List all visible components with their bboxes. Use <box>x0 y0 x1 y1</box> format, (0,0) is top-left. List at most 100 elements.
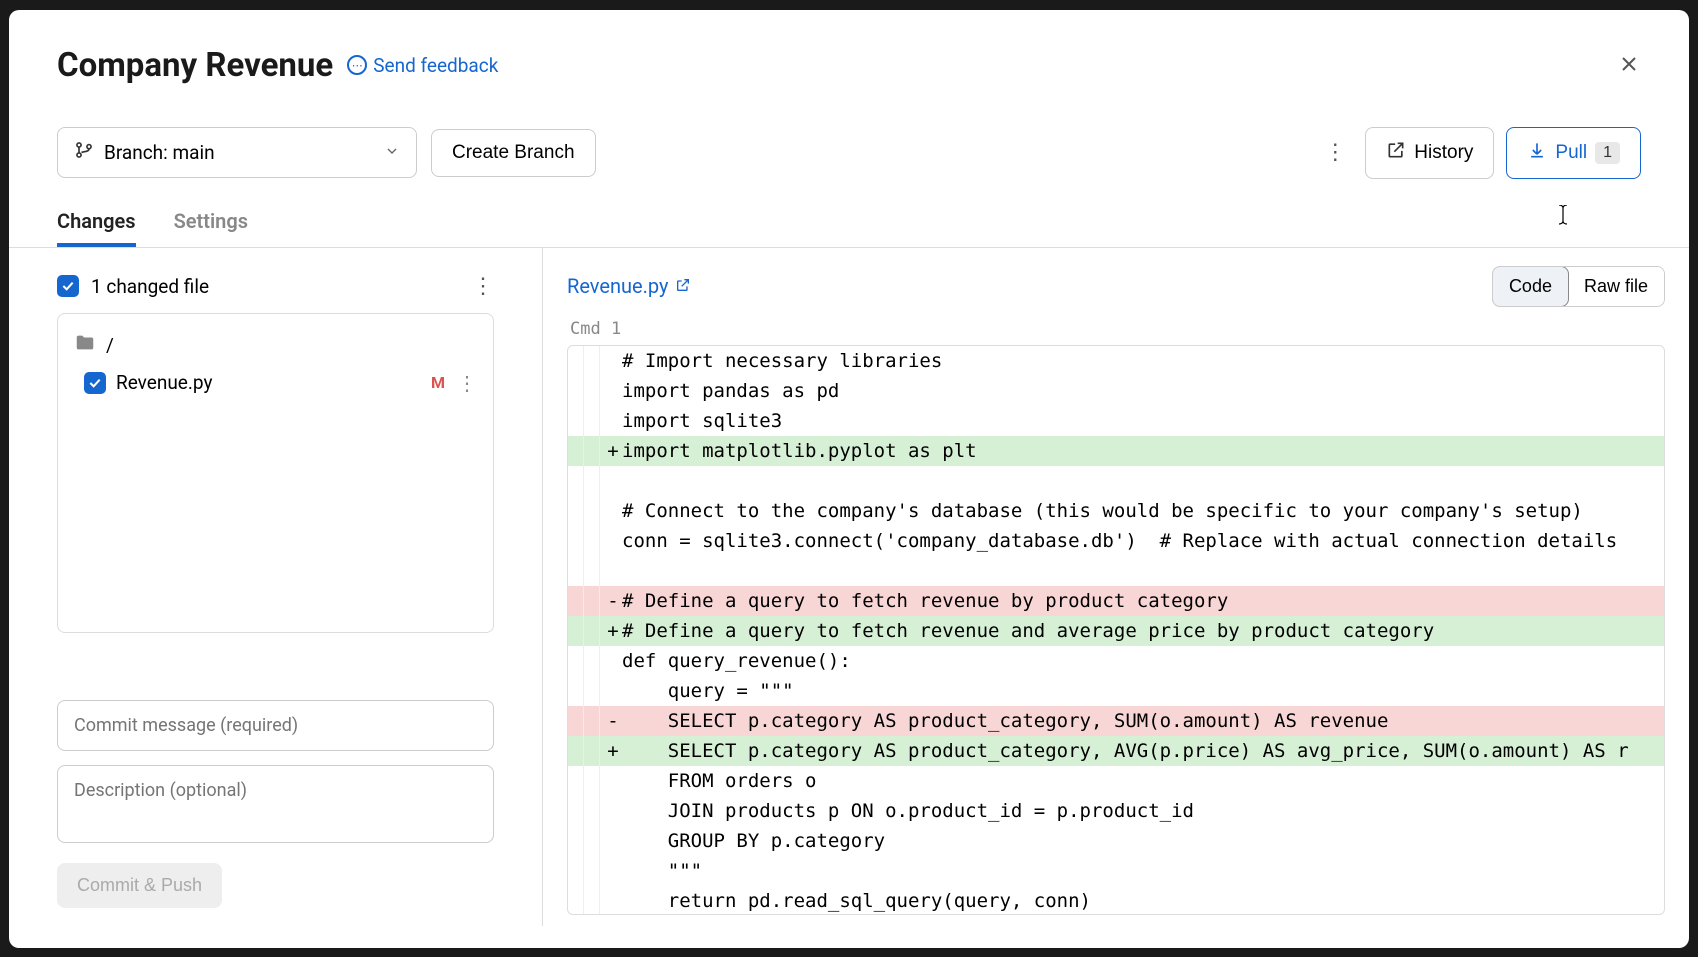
diff-line: # Import necessary libraries <box>568 346 1664 376</box>
diff-code: """ <box>622 856 1664 886</box>
gutter <box>568 496 584 526</box>
diff-line: conn = sqlite3.connect('company_database… <box>568 526 1664 556</box>
diff-marker: + <box>604 616 622 646</box>
diff-code: import matplotlib.pyplot as plt <box>622 436 1664 466</box>
diff-line: + SELECT p.category AS product_category,… <box>568 736 1664 766</box>
diff-marker <box>604 856 622 886</box>
gutter <box>568 736 584 766</box>
diff-marker <box>604 406 622 436</box>
branch-selector[interactable]: Branch: main <box>57 127 417 178</box>
gutter <box>568 586 584 616</box>
gutter <box>568 466 584 496</box>
git-modal: Company Revenue Send feedback Branch: ma… <box>9 10 1689 948</box>
gutter <box>584 796 600 826</box>
diff-marker <box>604 676 622 706</box>
pull-count-badge: 1 <box>1595 142 1620 164</box>
diff-marker <box>604 766 622 796</box>
diff-line: +# Define a query to fetch revenue and a… <box>568 616 1664 646</box>
diff-line: """ <box>568 856 1664 886</box>
diff-code: return pd.read_sql_query(query, conn) <box>622 886 1664 915</box>
check-icon <box>87 375 103 391</box>
gutter <box>568 826 584 856</box>
diff-line <box>568 466 1664 496</box>
diff-line: import pandas as pd <box>568 376 1664 406</box>
file-link-label: Revenue.py <box>567 274 669 298</box>
diff-code: # Connect to the company's database (thi… <box>622 496 1664 526</box>
diff-code: def query_revenue(): <box>622 646 1664 676</box>
code-view-button[interactable]: Code <box>1492 266 1569 307</box>
gutter <box>584 736 600 766</box>
commit-description-input[interactable] <box>57 765 494 843</box>
tab-settings[interactable]: Settings <box>174 199 248 247</box>
gutter <box>568 376 584 406</box>
chevron-down-icon <box>384 141 400 164</box>
changed-count-label: 1 changed file <box>91 275 209 298</box>
diff-line: - SELECT p.category AS product_category,… <box>568 706 1664 736</box>
gutter <box>568 856 584 886</box>
diff-marker <box>604 376 622 406</box>
gutter <box>568 676 584 706</box>
gutter <box>584 436 600 466</box>
diff-viewer[interactable]: # Import necessary libraries import pand… <box>567 345 1665 915</box>
file-menu-button[interactable]: ⋮ <box>457 371 477 395</box>
modal-header: Company Revenue Send feedback <box>9 10 1689 103</box>
history-button[interactable]: History <box>1365 127 1494 179</box>
toolbar-menu-button[interactable]: ⋮ <box>1317 135 1353 171</box>
diff-marker <box>604 526 622 556</box>
page-title: Company Revenue <box>57 46 333 85</box>
diff-code: # Define a query to fetch revenue and av… <box>622 616 1664 646</box>
file-link[interactable]: Revenue.py <box>567 274 691 298</box>
create-branch-button[interactable]: Create Branch <box>431 129 596 177</box>
select-all-checkbox[interactable] <box>57 275 79 297</box>
diff-line: import sqlite3 <box>568 406 1664 436</box>
file-tree: / Revenue.py M ⋮ <box>57 313 494 633</box>
tree-root[interactable]: / <box>72 326 479 365</box>
gutter <box>584 466 600 496</box>
send-feedback-link[interactable]: Send feedback <box>347 54 498 77</box>
gutter <box>568 706 584 736</box>
toolbar: Branch: main Create Branch ⋮ History Pul… <box>9 103 1689 199</box>
diff-marker: - <box>604 586 622 616</box>
gutter <box>584 826 600 856</box>
diff-line: # Connect to the company's database (thi… <box>568 496 1664 526</box>
raw-view-button[interactable]: Raw file <box>1568 267 1664 306</box>
file-checkbox[interactable] <box>84 372 106 394</box>
changed-files-header: 1 changed file ⋮ <box>57 266 494 313</box>
commit-section: Commit & Push <box>57 668 494 908</box>
commit-push-button[interactable]: Commit & Push <box>57 863 222 908</box>
close-button[interactable] <box>1611 46 1647 82</box>
diff-marker <box>604 466 622 496</box>
diff-marker <box>604 796 622 826</box>
external-link-icon <box>675 274 691 298</box>
feedback-label: Send feedback <box>373 54 498 77</box>
diff-line: -# Define a query to fetch revenue by pr… <box>568 586 1664 616</box>
gutter <box>568 796 584 826</box>
gutter <box>568 436 584 466</box>
diff-code: # Define a query to fetch revenue by pro… <box>622 586 1664 616</box>
tree-file-item[interactable]: Revenue.py M ⋮ <box>72 365 479 401</box>
sidebar-menu-button[interactable]: ⋮ <box>472 274 494 299</box>
pull-label: Pull <box>1555 142 1587 164</box>
branch-icon <box>74 140 94 165</box>
diff-marker <box>604 646 622 676</box>
diff-marker <box>604 886 622 915</box>
gutter <box>568 526 584 556</box>
diff-line: return pd.read_sql_query(query, conn) <box>568 886 1664 915</box>
tab-changes[interactable]: Changes <box>57 199 136 247</box>
toolbar-right: ⋮ History Pull 1 <box>1317 127 1641 179</box>
diff-code: SELECT p.category AS product_category, A… <box>622 736 1664 766</box>
gutter <box>568 616 584 646</box>
tab-bar: Changes Settings <box>9 199 1689 248</box>
diff-code: GROUP BY p.category <box>622 826 1664 856</box>
commit-message-input[interactable] <box>57 700 494 751</box>
gutter <box>568 886 584 915</box>
gutter <box>584 406 600 436</box>
diff-code: query = """ <box>622 676 1664 706</box>
pull-button[interactable]: Pull 1 <box>1506 127 1641 179</box>
diff-line: JOIN products p ON o.product_id = p.prod… <box>568 796 1664 826</box>
diff-code: # Import necessary libraries <box>622 346 1664 376</box>
gutter <box>584 676 600 706</box>
gutter <box>584 886 600 915</box>
gutter <box>584 556 600 586</box>
diff-code <box>622 466 1664 496</box>
